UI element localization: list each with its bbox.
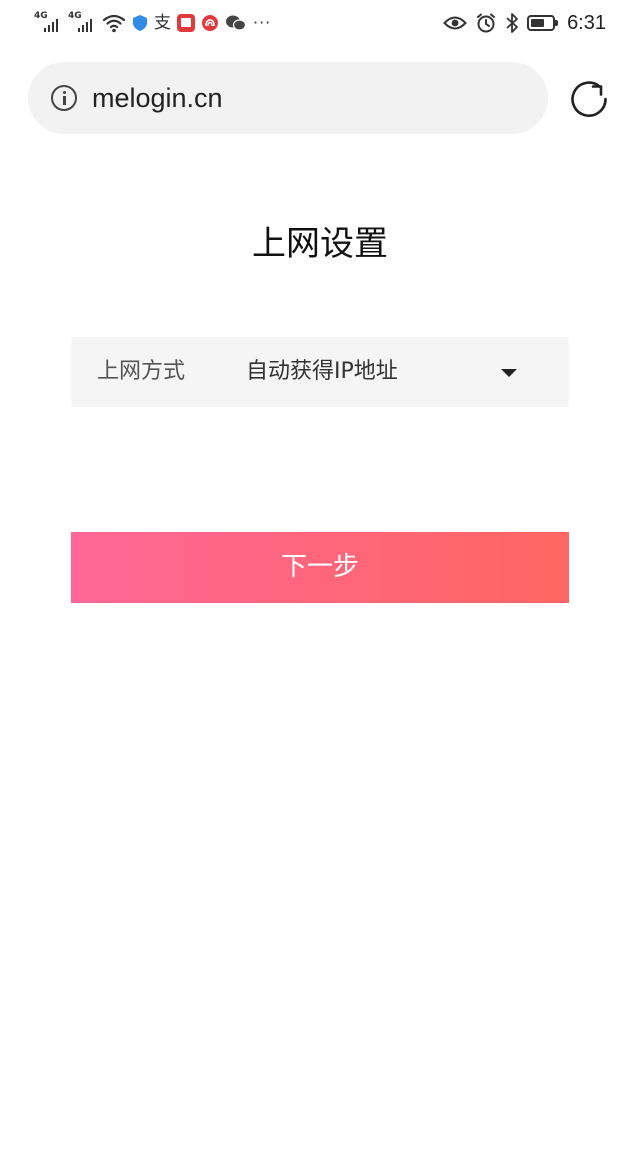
connection-mode-select[interactable]: 自动获得IP地址 [246, 337, 569, 407]
shield-icon [133, 15, 147, 31]
book-icon [177, 14, 195, 32]
status-time: 6:31 [567, 11, 606, 34]
wifi-icon [102, 14, 126, 33]
more-icon: ··· [253, 13, 272, 32]
next-button[interactable]: 下一步 [71, 532, 569, 603]
connection-mode-row: 上网方式 自动获得IP地址 [71, 337, 569, 407]
signal-icon: 4G [68, 12, 96, 34]
alarm-icon [477, 13, 496, 33]
address-bar[interactable]: melogin.cn [28, 62, 548, 134]
status-left: 4G 4G 支 ··· [34, 10, 271, 36]
battery-icon [527, 15, 559, 31]
info-icon[interactable] [51, 85, 77, 111]
reload-icon[interactable] [568, 78, 610, 120]
caret-down-icon[interactable] [501, 369, 517, 377]
connection-mode-label: 上网方式 [97, 359, 186, 384]
url-text[interactable]: melogin.cn [92, 62, 223, 134]
signal-icon: 4G [34, 12, 62, 34]
reload-button[interactable] [568, 78, 610, 120]
alipay-icon: 支 [154, 13, 171, 33]
bluetooth-icon [506, 13, 518, 33]
weibo-icon [202, 15, 218, 31]
page-title: 上网设置 [252, 224, 388, 264]
eye-icon [443, 16, 467, 30]
connection-mode-value[interactable]: 自动获得IP地址 [246, 337, 398, 407]
wechat-icon [226, 15, 247, 31]
status-bar: 4G 4G 支 ··· 6:31 [0, 0, 640, 48]
status-right: 6:31 [443, 10, 606, 36]
